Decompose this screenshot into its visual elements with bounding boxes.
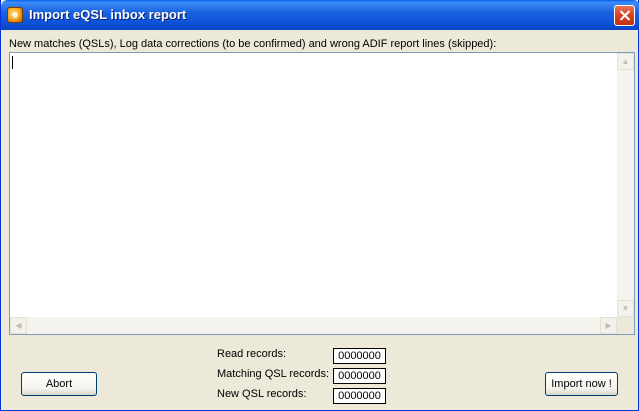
new-records-value: 0000000 <box>333 388 386 404</box>
scroll-right-icon[interactable]: ▶ <box>600 317 617 334</box>
text-caret <box>12 56 13 69</box>
close-icon[interactable] <box>614 5 635 26</box>
app-icon <box>7 7 23 23</box>
scroll-left-icon[interactable]: ◀ <box>10 317 27 334</box>
report-caption: New matches (QSLs), Log data corrections… <box>9 38 497 50</box>
vertical-scrollbar[interactable]: ▲ ▼ <box>617 53 634 317</box>
import-now-button[interactable]: Import now ! <box>545 372 618 396</box>
scroll-down-icon[interactable]: ▼ <box>617 300 634 317</box>
scroll-up-icon[interactable]: ▲ <box>617 53 634 70</box>
title-bar[interactable]: Import eQSL inbox report <box>1 0 639 30</box>
import-eqsl-dialog: Import eQSL inbox report New matches (QS… <box>0 0 639 411</box>
report-memo[interactable]: ▲ ▼ ◀ ▶ <box>9 52 635 335</box>
read-records-value: 0000000 <box>333 348 386 364</box>
scrollbar-corner <box>617 317 634 334</box>
horizontal-scrollbar[interactable]: ◀ ▶ <box>10 317 617 334</box>
read-records-label: Read records: <box>217 348 287 360</box>
matching-records-label: Matching QSL records: <box>217 368 330 380</box>
report-text[interactable] <box>12 55 617 317</box>
matching-records-value: 0000000 <box>333 368 386 384</box>
window-title: Import eQSL inbox report <box>29 7 187 22</box>
new-records-label: New QSL records: <box>217 388 307 400</box>
abort-button[interactable]: Abort <box>21 372 97 396</box>
